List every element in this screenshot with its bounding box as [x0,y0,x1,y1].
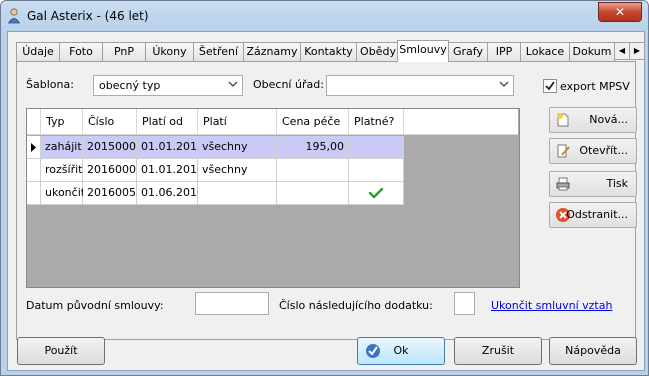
cell-typ[interactable]: zahájit [41,136,83,159]
header-indicator [27,109,41,135]
main-window: Gal Asterix - (46 let) ✕ Údaje Foto PnP … [0,0,649,376]
tab-obedy[interactable]: Obědy [356,42,400,61]
ok-label: Ok [393,344,409,357]
close-button[interactable]: ✕ [598,2,642,22]
printer-icon [556,177,570,191]
datum-puvodni-input[interactable] [195,292,269,315]
tab-ipp[interactable]: IPP [487,42,521,61]
cancel-button[interactable]: Zrušit [454,337,542,365]
window-title: Gal Asterix - (46 let) [27,9,149,23]
cell-plati[interactable]: všechny úkony [198,136,277,175]
chevron-down-icon [228,81,238,87]
smlouvy-panel: Šablona: obecný typ Obecní úřad: export … [16,61,637,340]
cell-platne[interactable] [349,136,404,159]
tab-scroll-left-icon[interactable]: ◀ [614,42,630,60]
tab-scroll-right-icon[interactable]: ▶ [629,42,645,60]
ok-check-icon [366,344,380,358]
tab-ukony[interactable]: Úkony [145,42,194,61]
print-button[interactable]: Tisk [549,171,637,197]
apply-button[interactable]: Použít [17,337,105,365]
new-contract-button[interactable]: Nová... [549,107,637,133]
tab-dokum[interactable]: Dokum [569,42,615,61]
export-mpsv-checkbox[interactable] [543,79,557,93]
sablona-dropdown[interactable]: obecný typ [93,75,243,96]
cell-cislo[interactable]: 20160001 [83,159,143,182]
help-button[interactable]: Nápověda [549,337,637,365]
valid-check-icon [368,187,384,199]
sablona-label: Šablona: [26,78,74,91]
urad-label: Obecní úřad: [253,78,324,91]
tab-udaje[interactable]: Údaje [16,42,60,61]
cell-plati[interactable] [198,182,277,205]
ukoncit-vztah-link[interactable]: Ukončit smluvní vztah [491,299,612,312]
current-row-arrow-icon [31,143,36,152]
urad-dropdown[interactable] [326,75,514,96]
edit-document-icon [557,144,570,158]
new-document-icon [557,113,569,127]
cell-platne[interactable] [349,182,404,205]
row-indicator [27,182,41,205]
cell-typ[interactable]: ukončit [41,182,85,205]
cell-plati[interactable]: všechny úkony [198,159,277,198]
contracts-table: Typ Číslo Platí od Platí Cena péče Platn… [26,108,520,288]
ok-button[interactable]: Ok [357,337,445,365]
cislo-dodatku-label: Číslo následujícího dodatku: [279,299,433,312]
cislo-dodatku-input[interactable] [454,292,475,315]
cell-cena[interactable] [277,159,349,182]
cell-cena[interactable] [277,182,349,205]
column-header-cislo[interactable]: Číslo [83,109,137,135]
cell-plati-od[interactable]: 01.06.2016 [137,182,204,205]
dialog-body: Údaje Foto PnP Úkony Šetření Záznamy Kon… [7,31,645,371]
row-indicator [27,159,41,182]
title-bar[interactable]: Gal Asterix - (46 let) ✕ [1,1,648,31]
tab-setreni[interactable]: Šetření [193,42,244,61]
cell-cislo[interactable]: 2016005 [83,182,137,205]
tab-foto[interactable]: Foto [59,42,103,61]
cell-platne[interactable] [349,159,404,182]
tab-smlouvy[interactable]: Smlouvy [397,40,449,62]
tab-lokace[interactable]: Lokace [520,42,570,61]
print-label: Tisk [606,177,628,190]
column-header-typ[interactable]: Typ [41,109,83,135]
app-person-icon [7,8,21,24]
chevron-down-icon [499,81,509,87]
cell-cena[interactable]: 195,00 [277,136,349,159]
cell-typ[interactable]: rozšířit [41,159,83,182]
row-indicator [27,136,41,159]
column-header-plati-od[interactable]: Platí od [137,109,198,135]
column-header-platne[interactable]: Platné? [349,109,404,135]
cell-plati-od[interactable]: 01.01.2015 [137,136,204,159]
datum-label: Datum původní smlouvy: [26,299,164,312]
cell-cislo[interactable]: 20150001 [83,136,143,159]
new-contract-label: Nová... [589,113,628,126]
checkmark-icon [545,81,555,91]
open-contract-button[interactable]: Otevřít... [549,138,637,164]
header-filler [404,109,518,135]
tab-zaznamy[interactable]: Záznamy [243,42,301,61]
tab-kontakty[interactable]: Kontakty [300,42,357,61]
open-contract-label: Otevřít... [579,144,628,157]
delete-contract-label: Odstranit... [566,208,628,221]
column-header-plati[interactable]: Platí [198,109,277,135]
delete-contract-button[interactable]: Odstranit... [549,202,637,228]
cell-plati-od[interactable]: 01.01.2016 [137,159,204,182]
tab-grafy[interactable]: Grafy [448,42,488,61]
export-mpsv-label: export MPSV [560,80,630,93]
tab-pnp[interactable]: PnP [102,42,146,61]
sablona-value: obecný typ [99,79,161,92]
column-header-cena[interactable]: Cena péče [277,109,349,135]
